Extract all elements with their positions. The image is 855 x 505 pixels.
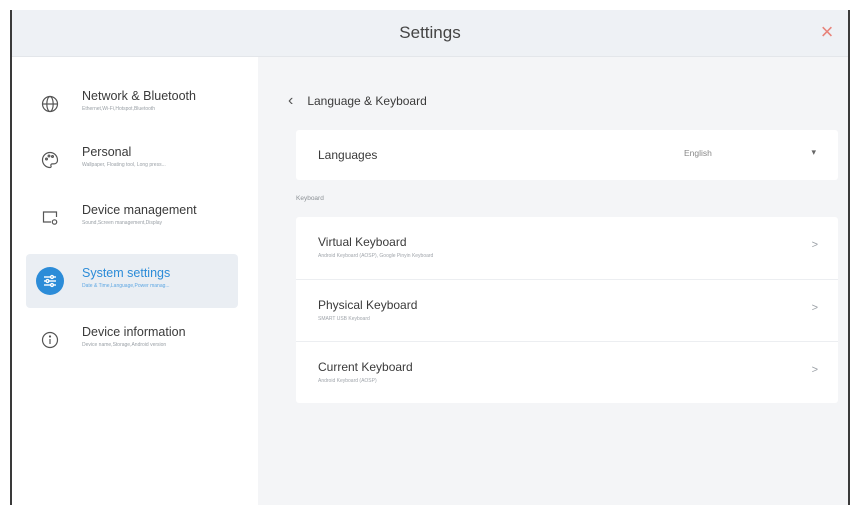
info-icon xyxy=(36,326,64,354)
language-selected-value: English xyxy=(684,148,712,158)
sidebar-item-system-settings[interactable]: System settings Date & Time,Language,Pow… xyxy=(26,254,238,308)
keyboard-row-subtitle: Android Keyboard (AOSP), Google Pinyin K… xyxy=(318,253,434,259)
sidebar-item-label: Network & Bluetooth xyxy=(82,89,196,103)
keyboard-row-virtual[interactable]: Virtual Keyboard Android Keyboard (AOSP)… xyxy=(296,217,838,279)
chevron-right-icon: > xyxy=(811,302,818,314)
chevron-down-icon: ▾ xyxy=(811,147,816,157)
display-settings-icon xyxy=(36,204,64,232)
chevron-right-icon: > xyxy=(811,239,818,251)
sidebar-item-device-information[interactable]: Device information Device name,Storage,A… xyxy=(26,313,238,367)
sidebar-item-subtitle: Date & Time,Language,Power manag... xyxy=(82,283,170,289)
keyboard-row-subtitle: Android Keyboard (AOSP) xyxy=(318,378,377,384)
language-dropdown[interactable]: English ▾ xyxy=(684,143,816,167)
sidebar-item-personal[interactable]: Personal Wallpaper, Floating tool, Long … xyxy=(26,133,238,187)
breadcrumb: ‹ Language & Keyboard xyxy=(288,93,427,109)
globe-icon xyxy=(36,90,64,118)
keyboard-row-subtitle: SMART USB Keyboard xyxy=(318,316,370,322)
main-panel: ‹ Language & Keyboard Languages English … xyxy=(258,57,848,505)
languages-label: Languages xyxy=(318,148,378,162)
settings-window: Settings × Network & Bluetooth Ethernet,… xyxy=(10,10,850,505)
keyboard-row-title: Physical Keyboard xyxy=(318,298,418,312)
keyboard-row-title: Virtual Keyboard xyxy=(318,235,407,249)
title-bar: Settings × xyxy=(12,10,848,57)
sidebar-item-label: Personal xyxy=(82,145,132,159)
keyboard-row-current[interactable]: Current Keyboard Android Keyboard (AOSP)… xyxy=(296,341,838,404)
back-button[interactable]: ‹ xyxy=(288,93,293,109)
sidebar: Network & Bluetooth Ethernet,Wi-Fi,Hotsp… xyxy=(12,57,258,505)
sidebar-item-device-management[interactable]: Device management Sound,Screen managemen… xyxy=(26,191,238,245)
sidebar-item-subtitle: Wallpaper, Floating tool, Long press... xyxy=(82,162,166,168)
sidebar-item-network-bluetooth[interactable]: Network & Bluetooth Ethernet,Wi-Fi,Hotsp… xyxy=(26,77,238,131)
palette-icon xyxy=(36,146,64,174)
page-title: Language & Keyboard xyxy=(307,94,427,108)
languages-card: Languages English ▾ xyxy=(296,130,838,180)
sidebar-item-label: System settings xyxy=(82,266,171,280)
sidebar-item-label: Device management xyxy=(82,203,197,217)
keyboard-section-label: Keyboard xyxy=(296,195,324,202)
sidebar-item-subtitle: Device name,Storage,Android version xyxy=(82,342,167,348)
sidebar-item-subtitle: Sound,Screen management,Display xyxy=(82,220,163,226)
close-button[interactable]: × xyxy=(814,19,840,45)
keyboard-row-title: Current Keyboard xyxy=(318,360,413,374)
chevron-right-icon: > xyxy=(811,364,818,376)
keyboard-row-physical[interactable]: Physical Keyboard SMART USB Keyboard > xyxy=(296,279,838,342)
sidebar-item-label: Device information xyxy=(82,325,186,339)
keyboard-card: Virtual Keyboard Android Keyboard (AOSP)… xyxy=(296,217,838,403)
window-title: Settings xyxy=(399,23,461,42)
sliders-icon xyxy=(36,267,64,295)
sidebar-item-subtitle: Ethernet,Wi-Fi,Hotspot,Bluetooth xyxy=(82,106,156,112)
